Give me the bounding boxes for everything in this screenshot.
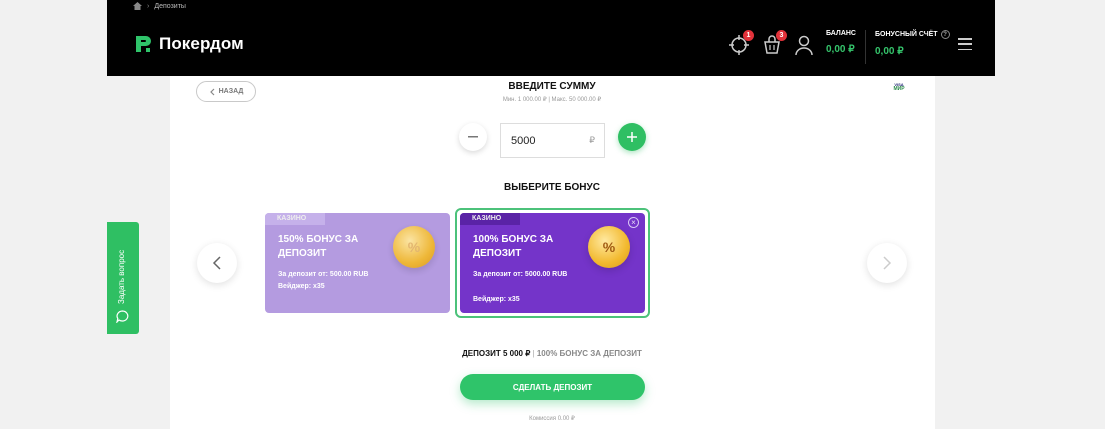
bonus-card[interactable]: КАЗИНО 150% БОНУС ЗА ДЕПОЗИТ % За депози… — [265, 213, 450, 313]
menu-icon[interactable] — [958, 38, 972, 50]
back-button[interactable]: НАЗАД — [196, 81, 256, 102]
bonus-account[interactable]: БОНУСНЫЙ СЧЁТ ? 0,00 ₽ — [875, 30, 950, 57]
site-header: Покердом 1 3 БАЛАНС 0,00 ₽ БОНУСНЫЙ СЧЁТ… — [107, 12, 995, 76]
bonus-min-deposit: За депозит от: 5000.00 RUB — [473, 271, 568, 278]
bonus-min-deposit: За депозит от: 500.00 RUB — [278, 271, 369, 278]
payment-method-logo: VISA МИР — [888, 82, 910, 92]
summary-deposit: ДЕПОЗИТ 5 000 ₽ — [462, 349, 531, 358]
brand-logo-icon — [136, 36, 151, 52]
breadcrumb-current: Депозиты — [154, 2, 186, 10]
ask-question-widget[interactable]: Задать вопрос — [107, 222, 139, 334]
bonus-title: 150% БОНУС ЗА ДЕПОЗИТ — [278, 234, 359, 259]
notifications-badge: 1 — [743, 30, 754, 41]
bonus-account-value: 0,00 ₽ — [875, 46, 904, 57]
cart-button[interactable]: 3 — [761, 30, 787, 56]
summary-separator: | — [532, 349, 535, 358]
breadcrumb: › Депозиты — [133, 0, 186, 12]
balance[interactable]: БАЛАНС 0,00 ₽ — [826, 30, 856, 55]
amount-field: ₽ — [500, 123, 605, 158]
mir-logo: МИР — [893, 86, 905, 92]
percent-coin-icon: % — [588, 226, 630, 268]
carousel-prev-button[interactable] — [197, 243, 237, 283]
breadcrumb-bar: › Депозиты — [107, 0, 995, 12]
amount-input[interactable] — [501, 124, 571, 157]
plus-icon — [627, 132, 637, 142]
chevron-right-icon — [883, 256, 892, 270]
summary-bonus: 100% БОНУС ЗА ДЕПОЗИТ — [536, 349, 642, 358]
chat-icon — [116, 310, 129, 323]
percent-coin-icon: % — [393, 226, 435, 268]
brand-name: Покердом — [159, 34, 244, 53]
make-deposit-button[interactable]: СДЕЛАТЬ ДЕПОЗИТ — [460, 374, 645, 400]
close-icon[interactable]: × — [628, 217, 639, 228]
balance-value: 0,00 ₽ — [826, 44, 855, 55]
back-label: НАЗАД — [218, 88, 244, 95]
chevron-left-icon — [209, 88, 215, 95]
bonus-title: 100% БОНУС ЗА ДЕПОЗИТ — [473, 234, 554, 259]
deposit-summary: ДЕПОЗИТ 5 000 ₽ | 100% БОНУС ЗА ДЕПОЗИТ — [402, 349, 702, 358]
profile-button[interactable] — [793, 34, 815, 56]
amount-limits: Мин. 1 000.00 ₽ | Макс. 50 000.00 ₽ — [502, 97, 602, 103]
header-divider — [865, 30, 866, 64]
enter-amount-title: ВВЕДИТЕ СУММУ — [508, 81, 596, 92]
bonus-wager: Вейджер: x35 — [473, 296, 520, 303]
cart-badge: 3 — [776, 30, 787, 41]
chevron-left-icon — [212, 256, 221, 270]
bonus-wager: Вейджер: x35 — [278, 283, 325, 290]
notifications-button[interactable]: 1 — [728, 30, 754, 56]
bonus-tag: КАЗИНО — [472, 215, 502, 222]
help-icon[interactable]: ? — [940, 30, 950, 39]
home-icon[interactable] — [133, 2, 142, 10]
increase-amount-button[interactable] — [618, 123, 646, 151]
choose-bonus-title: ВЫБЕРИТЕ БОНУС — [504, 182, 600, 193]
commission-text: Комиссия 0.00 ₽ — [529, 416, 575, 422]
bonus-card-selected[interactable]: КАЗИНО × 100% БОНУС ЗА ДЕПОЗИТ % За депо… — [460, 213, 645, 313]
carousel-next-button[interactable] — [867, 243, 907, 283]
balance-label: БАЛАНС — [826, 30, 856, 37]
bonus-account-label-row: БОНУСНЫЙ СЧЁТ ? — [875, 30, 950, 39]
bonus-account-label: БОНУСНЫЙ СЧЁТ — [875, 31, 938, 38]
user-icon — [795, 35, 813, 56]
breadcrumb-separator-icon: › — [147, 2, 150, 10]
currency-symbol: ₽ — [589, 135, 595, 145]
minus-icon — [468, 136, 478, 138]
decrease-amount-button[interactable] — [459, 123, 487, 151]
brand-logo[interactable]: Покердом — [133, 34, 244, 54]
ask-question-label: Задать вопрос — [117, 249, 126, 304]
bonus-tag: КАЗИНО — [277, 215, 307, 222]
